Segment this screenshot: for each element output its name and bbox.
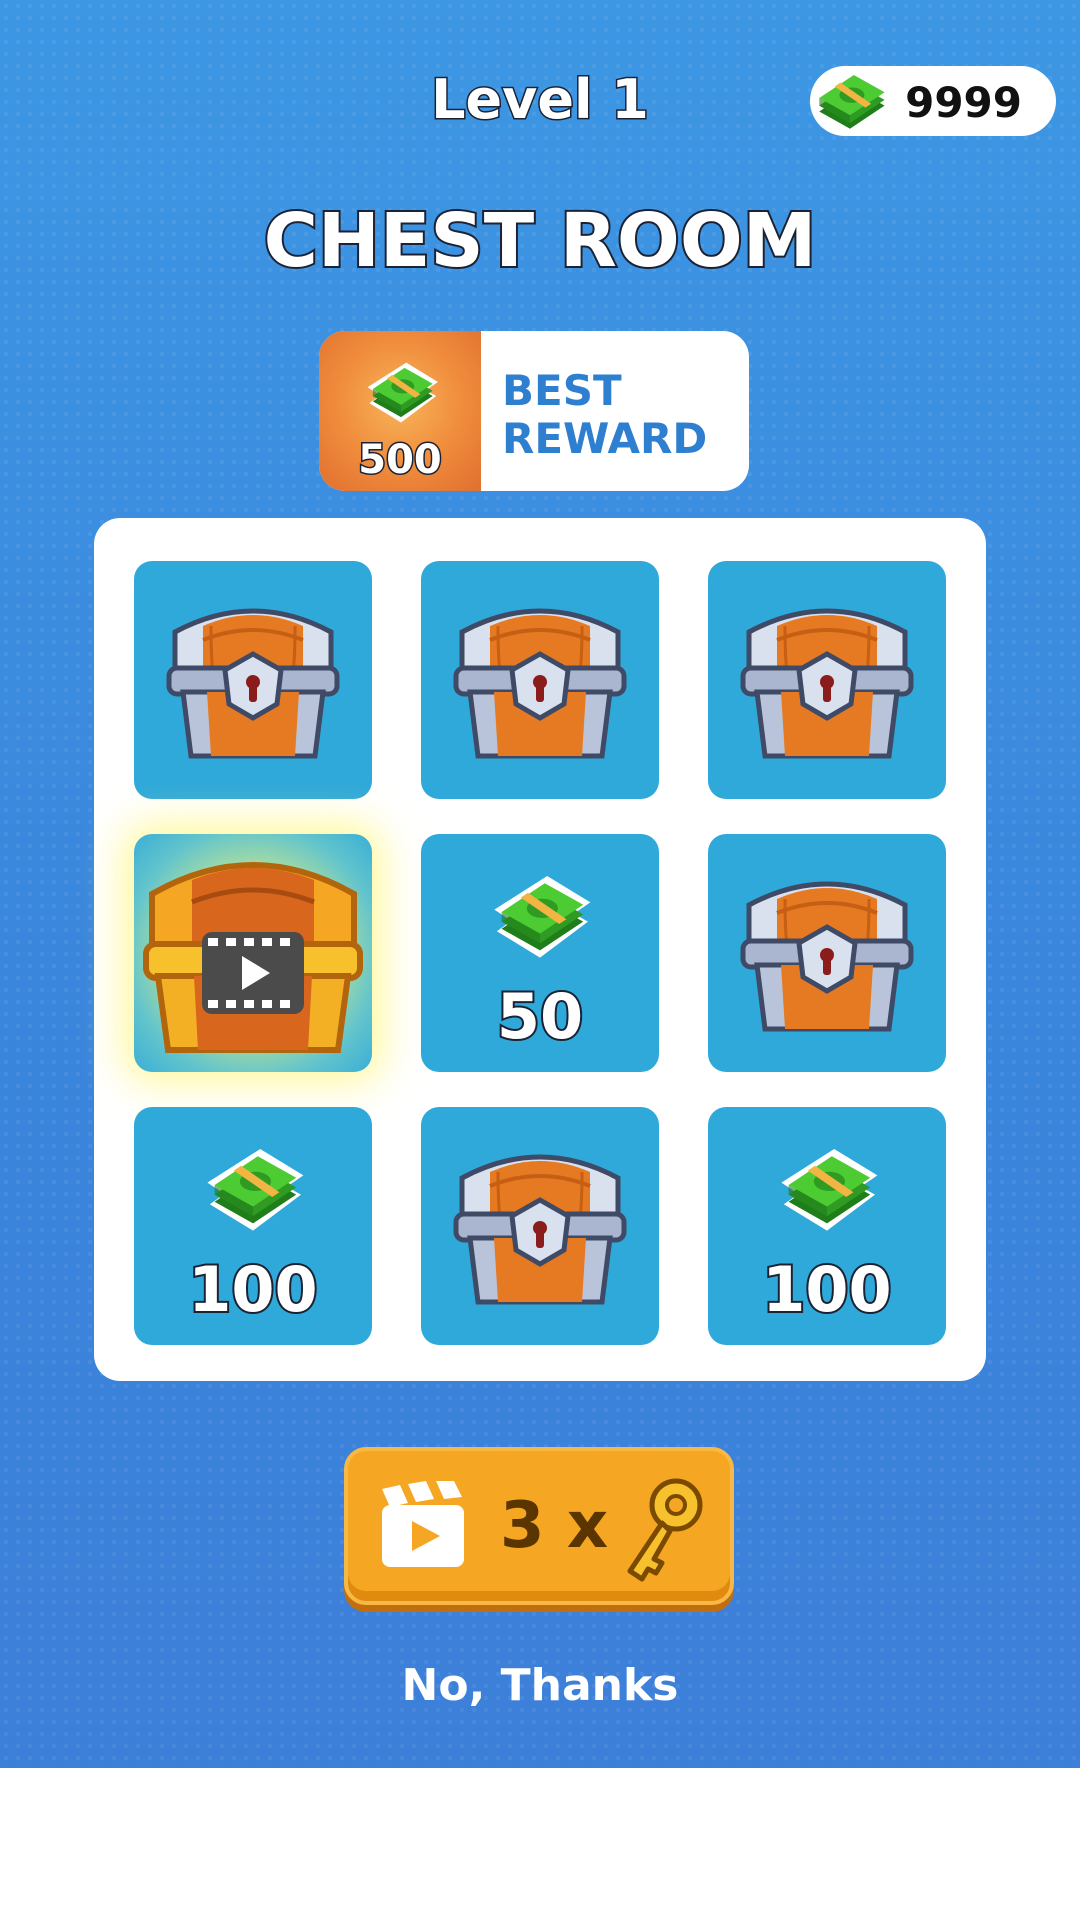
best-reward-label-line2: REWARD	[502, 414, 708, 463]
chest-icon	[163, 596, 343, 766]
video-chest-tile[interactable]	[134, 834, 372, 1072]
chest-tile[interactable]	[708, 834, 946, 1072]
best-reward-amount: 500	[357, 436, 444, 485]
chest-tile[interactable]	[134, 561, 372, 799]
best-reward-label: BEST REWARD	[502, 367, 707, 463]
key-icon	[627, 1478, 703, 1582]
watch-ad-for-keys-button[interactable]: 3 x	[344, 1447, 734, 1605]
chest-tile[interactable]	[421, 561, 659, 799]
cash-stack-icon	[357, 345, 445, 433]
reward-amount: 50	[495, 978, 585, 1055]
video-clapper-icon	[382, 1481, 464, 1567]
best-reward-banner: 500 BEST REWARD	[319, 331, 749, 491]
cash-stack-icon	[193, 1125, 313, 1245]
cash-stack-icon	[767, 1125, 887, 1245]
best-reward-label-line1: BEST	[502, 366, 622, 415]
reward-amount: 100	[186, 1251, 319, 1328]
chest-icon	[737, 596, 917, 766]
cash-reward-tile[interactable]: 100	[134, 1107, 372, 1345]
cash-reward-tile[interactable]: 50	[421, 834, 659, 1072]
chest-grid: 50 100 100	[94, 518, 986, 1381]
best-reward-badge: 500	[319, 331, 481, 491]
chest-tile[interactable]	[421, 1107, 659, 1345]
cash-stack-icon	[802, 50, 898, 146]
chest-icon	[450, 596, 630, 766]
no-thanks-button[interactable]: No, Thanks	[0, 1660, 1080, 1711]
chest-icon	[737, 869, 917, 1039]
chest-tile[interactable]	[708, 561, 946, 799]
video-chest-icon	[142, 846, 364, 1060]
key-count: 3 x	[500, 1489, 609, 1563]
chest-icon	[450, 1142, 630, 1312]
cash-stack-icon	[480, 852, 600, 972]
cash-reward-tile[interactable]: 100	[708, 1107, 946, 1345]
reward-amount: 100	[760, 1251, 893, 1328]
page-title: CHEST ROOM	[262, 196, 819, 286]
currency-value: 9999	[905, 78, 1022, 127]
currency-counter: 9999	[810, 66, 1056, 136]
